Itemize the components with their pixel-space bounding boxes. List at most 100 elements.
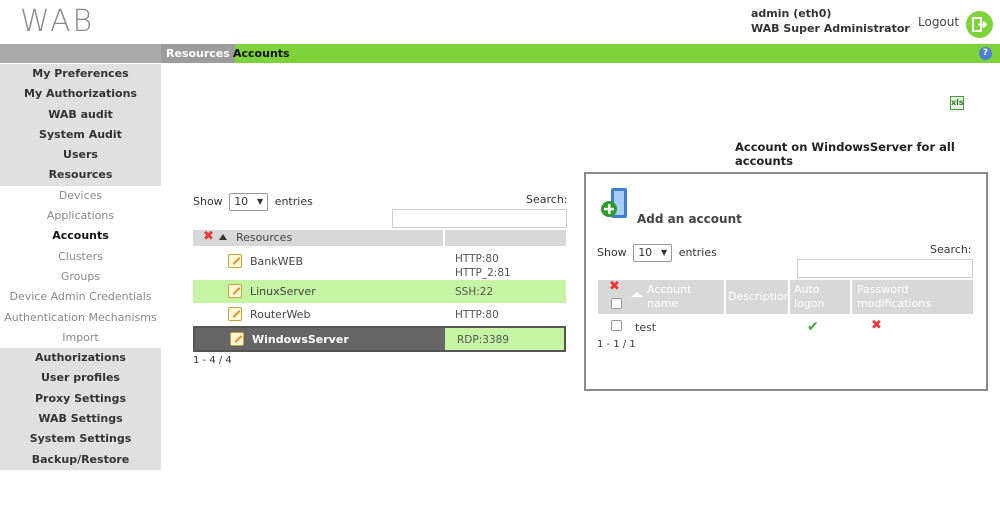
entries-select[interactable]: 10 ▼ [229, 193, 269, 211]
resource-protocols: RDP:3389 [457, 334, 509, 346]
header-text: Account [647, 283, 692, 296]
column-auto-logon-label: Auto logon [794, 283, 824, 311]
resource-name: BankWEB [250, 255, 304, 268]
entries-value: 10 [234, 195, 249, 208]
sidebar-item-system-audit[interactable]: System Audit [0, 124, 161, 146]
sidebar-item-my-authorizations[interactable]: My Authorizations [0, 84, 161, 105]
edit-icon[interactable] [228, 284, 242, 298]
header-text: modifications [857, 297, 932, 310]
edit-icon[interactable] [228, 307, 242, 321]
sidebar-item-device-admin-credentials[interactable]: Device Admin Credentials [0, 287, 161, 308]
entries-select[interactable]: 10 ▼ [633, 244, 673, 262]
page-title: Account on WindowsServer for all account… [735, 140, 955, 168]
sort-icon [631, 292, 643, 297]
column-password-modifications[interactable]: Password modifications [850, 280, 973, 314]
resource-protocols: HTTP:80 HTTP_2:81 [455, 252, 511, 280]
column-description-label: Description [728, 290, 791, 303]
show-label: Show [193, 195, 223, 208]
cross-icon: ✖ [871, 318, 882, 333]
resource-protocols: HTTP:80 [455, 309, 499, 321]
header-text: Auto [794, 283, 820, 296]
sort-asc-icon[interactable] [219, 234, 227, 240]
edit-icon[interactable] [228, 254, 242, 268]
sidebar-item-authorizations[interactable]: Authorizations [0, 348, 161, 369]
column-description[interactable]: Description [724, 280, 791, 314]
row-checkbox[interactable] [611, 320, 622, 331]
select-column-header: ✖ [598, 280, 628, 314]
wab-logo: WAB [20, 4, 95, 39]
sidebar-item-authentication-mechanisms[interactable]: Authentication Mechanisms [0, 307, 161, 328]
resources-table-header: ✖ Resources [193, 229, 566, 246]
table-row[interactable]: BankWEB HTTP:80 HTTP_2:81 [193, 250, 566, 280]
user-role: WAB Super Administrator [751, 22, 910, 35]
entries-value: 10 [638, 246, 653, 259]
table-row-selected[interactable]: WindowsServer RDP:3389 [193, 326, 566, 352]
header-text: Password [857, 283, 909, 296]
add-account-button[interactable]: Add an account [637, 212, 742, 226]
sidebar-item-devices[interactable]: Devices [0, 185, 161, 207]
sidebar-item-wab-settings[interactable]: WAB Settings [0, 409, 161, 430]
chevron-down-icon: ▼ [661, 248, 668, 257]
breadcrumb-resources[interactable]: Resources [161, 44, 235, 63]
sidebar-item-my-preferences[interactable]: My Preferences [0, 64, 161, 85]
delete-icon[interactable]: ✖ [609, 280, 620, 294]
sidebar-item-import[interactable]: Import [0, 327, 161, 349]
breadcrumb-accounts: Accounts [233, 47, 290, 60]
sidebar-item-proxy-settings[interactable]: Proxy Settings [0, 388, 161, 410]
select-all-checkbox[interactable] [611, 298, 622, 309]
logout-link[interactable]: Logout [918, 15, 959, 29]
sidebar-item-resources[interactable]: Resources [0, 165, 161, 186]
header: WAB admin (eth0) WAB Super Administrator… [0, 0, 1000, 44]
resources-table-info: 1 - 4 / 4 [193, 355, 232, 366]
chevron-down-icon: ▼ [257, 197, 264, 206]
resource-name: LinuxServer [250, 285, 316, 298]
accounts-panel: Add an account Show 10 ▼ entries Search: … [584, 172, 988, 391]
show-label: Show [597, 246, 627, 259]
resources-column-header[interactable]: ✖ Resources [193, 229, 445, 246]
sidebar-item-system-settings[interactable]: System Settings [0, 429, 161, 450]
account-name[interactable]: test [635, 321, 656, 334]
resources-search-input[interactable] [392, 209, 567, 228]
header-text: logon [794, 297, 825, 310]
help-icon[interactable]: ? [979, 47, 992, 60]
add-account-icon[interactable] [600, 188, 630, 222]
search-label: Search: [526, 193, 568, 206]
excel-export-icon[interactable]: xls [950, 96, 964, 110]
user-name: admin (eth0) [751, 7, 832, 20]
logout-icon[interactable] [966, 11, 993, 38]
sidebar-item-clusters[interactable]: Clusters [0, 246, 161, 267]
accounts-table-header: ✖ Account name Description Auto logon Pass… [598, 280, 973, 314]
resources-length-control: Show 10 ▼ entries [193, 193, 313, 211]
check-icon: ✔ [807, 319, 819, 335]
protocol-1: HTTP:80 [455, 253, 499, 265]
header-text: name [647, 297, 679, 310]
resource-protocols: SSH:22 [455, 286, 494, 298]
sidebar: My Preferences My Authorizations WAB aud… [0, 64, 161, 470]
entries-label: entries [678, 246, 717, 259]
user-info: admin (eth0) WAB Super Administrator [751, 6, 910, 36]
edit-icon[interactable] [230, 332, 244, 346]
sidebar-item-groups[interactable]: Groups [0, 266, 161, 288]
accounts-search-input[interactable] [797, 259, 973, 278]
column-account-name-label: Account name [647, 283, 691, 311]
sidebar-item-applications[interactable]: Applications [0, 206, 161, 227]
sidebar-item-backup-restore[interactable]: Backup/Restore [0, 449, 161, 470]
table-row[interactable]: RouterWeb HTTP:80 [193, 303, 566, 326]
table-row[interactable]: test ✔ ✖ [598, 316, 973, 336]
column-resources-label: Resources [236, 231, 293, 244]
sidebar-item-user-profiles[interactable]: User profiles [0, 368, 161, 389]
delete-icon[interactable]: ✖ [203, 229, 214, 244]
resource-name: WindowsServer [252, 333, 349, 346]
table-row[interactable]: LinuxServer SSH:22 [193, 280, 566, 303]
column-account-name[interactable]: Account name [628, 280, 724, 314]
breadcrumb-spacer [0, 44, 161, 63]
resource-name: RouterWeb [250, 308, 311, 321]
protocol-2: HTTP_2:81 [455, 267, 511, 279]
column-password-label: Password modifications [857, 283, 931, 311]
column-auto-logon[interactable]: Auto logon [788, 280, 850, 314]
sidebar-item-wab-audit[interactable]: WAB audit [0, 104, 161, 125]
sidebar-item-accounts[interactable]: Accounts [0, 226, 161, 247]
accounts-length-control: Show 10 ▼ entries [597, 244, 717, 262]
sidebar-item-users[interactable]: Users [0, 145, 161, 166]
entries-label: entries [274, 195, 313, 208]
